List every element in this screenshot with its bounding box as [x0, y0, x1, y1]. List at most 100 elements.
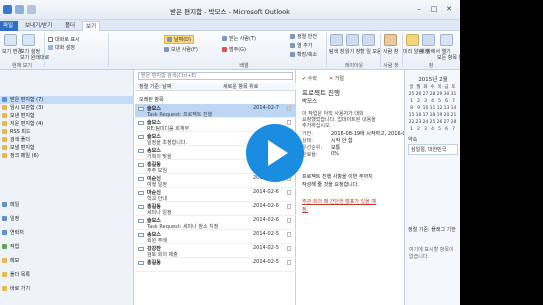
calendar-day[interactable]: 15: [408, 112, 415, 119]
maximize-icon[interactable]: □: [427, 4, 441, 15]
flag-icon[interactable]: [287, 232, 291, 237]
list-item[interactable]: 홍길동 2014-02-5: [135, 258, 296, 272]
sidebar-item-junk[interactable]: 정크 메일 (6): [0, 152, 134, 160]
accept-button[interactable]: ✔ 수락: [302, 75, 317, 82]
arrange-to-button[interactable]: 받는 사람(T): [222, 35, 256, 42]
list-item[interactable]: 슬모스 Task Request: 프로젝트 진행 2014-02-7: [135, 104, 296, 118]
list-item[interactable]: 홍길동 세미나 일정 2014-02-6: [135, 202, 296, 216]
calendar-day[interactable]: 22: [408, 119, 415, 126]
task-sort-label[interactable]: 정렬 기준: 플래그 기한: [405, 226, 461, 233]
flag-icon[interactable]: [287, 218, 291, 223]
tab-file[interactable]: 파일: [0, 21, 18, 31]
calendar-day[interactable]: 21: [450, 112, 457, 119]
calendar-day[interactable]: 9: [415, 105, 422, 112]
holiday-item[interactable]: 삼일절, 대한민국: [408, 144, 458, 155]
sidebar-item-deleted[interactable]: 지운 편지함 (4): [0, 120, 134, 128]
calendar-day[interactable]: 25: [408, 91, 415, 98]
flag-icon[interactable]: [287, 190, 291, 195]
calendar-day[interactable]: 6: [443, 98, 450, 105]
calendar-day[interactable]: 28: [429, 91, 436, 98]
todo-bar-icon[interactable]: [362, 34, 375, 46]
calendar-day[interactable]: 11: [429, 105, 436, 112]
flag-icon[interactable]: [287, 120, 291, 125]
search-input[interactable]: 받은 편지함 검색(Ctrl+E): [138, 72, 293, 80]
calendar-day[interactable]: 26: [436, 119, 443, 126]
sidebar-item-calendar[interactable]: 일정: [0, 215, 134, 223]
calendar-day[interactable]: 30: [443, 91, 450, 98]
conversation-settings[interactable]: 대화 설정: [48, 44, 75, 51]
calendar-day[interactable]: 10: [422, 105, 429, 112]
sort-by-label[interactable]: 정렬 기준: 날짜: [139, 83, 171, 91]
calendar-day[interactable]: 16: [415, 112, 422, 119]
list-item[interactable]: 송모스 회원 주례 2014-02-5: [135, 230, 296, 244]
calendar-day[interactable]: 28: [450, 119, 457, 126]
arrange-date-button[interactable]: 날짜(D): [164, 35, 194, 44]
calendar-day[interactable]: 1: [408, 98, 415, 105]
calendar-day[interactable]: 1: [408, 126, 415, 133]
sidebar-item-mail[interactable]: 메일: [0, 201, 134, 209]
calendar-day[interactable]: 7: [450, 98, 457, 105]
sidebar-item-tasks[interactable]: 작업: [0, 243, 134, 251]
calendar-day[interactable]: 26: [415, 91, 422, 98]
calendar-day[interactable]: 20: [443, 112, 450, 119]
calendar-day[interactable]: 29: [436, 91, 443, 98]
sidebar-item-sent[interactable]: 보낸 편지함: [0, 112, 134, 120]
list-item[interactable]: 마순신 학교 안내 2014-02-6: [135, 188, 296, 202]
close-icon[interactable]: ✕: [442, 4, 456, 15]
decline-button[interactable]: ✕ 거절: [329, 75, 344, 82]
calendar-day[interactable]: 3: [422, 126, 429, 133]
calendar-day[interactable]: 5: [436, 126, 443, 133]
conversation-toggle[interactable]: 대화로 표시: [48, 36, 80, 43]
calendar-day[interactable]: 18: [429, 112, 436, 119]
calendar-day[interactable]: 7: [450, 126, 457, 133]
close-all-icon[interactable]: [440, 34, 453, 46]
calendar-day[interactable]: 13: [443, 105, 450, 112]
sidebar-item-outbox[interactable]: 보낼 편지함: [0, 144, 134, 152]
sidebar-item-drafts[interactable]: 임시 보관함 (3): [0, 104, 134, 112]
calendar-day[interactable]: 27: [422, 91, 429, 98]
calendar-day[interactable]: 17: [422, 112, 429, 119]
sidebar-item-contacts[interactable]: 연락처: [0, 229, 134, 237]
people-pane-icon[interactable]: [384, 34, 397, 46]
calendar-day[interactable]: 25: [429, 119, 436, 126]
calendar-day[interactable]: 2: [415, 126, 422, 133]
sidebar-item-search-folder[interactable]: 검색 폴더: [0, 136, 134, 144]
sidebar-item-inbox[interactable]: 받은 편지함 (7): [0, 96, 134, 104]
calendar-day[interactable]: 24: [422, 119, 429, 126]
arrange-category-button[interactable]: 범주(G): [222, 46, 246, 53]
calendar-day[interactable]: 19: [436, 112, 443, 119]
flag-icon[interactable]: [287, 106, 291, 111]
list-item[interactable]: 강강찬 검토 회의 제출 2014-02-5: [135, 244, 296, 258]
view-settings-icon[interactable]: [22, 34, 35, 46]
new-window-icon[interactable]: [422, 34, 435, 46]
reverse-sort-button[interactable]: 정렬 반전: [290, 33, 317, 40]
list-item[interactable]: 슬모스 Task Request: 세미나 참소 지정 2014-02-6: [135, 216, 296, 230]
calendar-day[interactable]: 14: [450, 105, 457, 112]
reading-pane-icon[interactable]: [346, 34, 359, 46]
reminders-icon[interactable]: [406, 34, 419, 46]
add-column-button[interactable]: 열 추가: [290, 42, 312, 49]
expand-collapse-button[interactable]: 확장/축소: [290, 51, 317, 58]
calendar-day[interactable]: 12: [436, 105, 443, 112]
flag-icon[interactable]: [287, 260, 291, 265]
calendar-day[interactable]: 5: [436, 98, 443, 105]
group-header[interactable]: 오래된 항목: [139, 96, 164, 103]
tab-folder[interactable]: 폴더: [62, 21, 78, 31]
calendar-day[interactable]: 23: [415, 119, 422, 126]
tab-send-receive[interactable]: 보내기/받기: [22, 21, 55, 31]
sidebar-item-rss[interactable]: RSS 피드: [0, 128, 134, 136]
sort-order-label[interactable]: 새로운 항목 위로: [223, 83, 258, 91]
video-play-button[interactable]: [246, 124, 304, 182]
arrange-sender-button[interactable]: 보낸 사람(F): [164, 46, 198, 53]
view-change-icon[interactable]: [4, 34, 17, 46]
calendar-day[interactable]: 3: [422, 98, 429, 105]
mini-calendar[interactable]: 일 월 화 수 목 금 토 25 26 27 28 29 30 31 1 2 3…: [408, 84, 458, 133]
sidebar-item-notes[interactable]: 메모: [0, 257, 134, 265]
flag-icon[interactable]: [287, 246, 291, 251]
minimize-icon[interactable]: –: [412, 4, 426, 15]
calendar-day[interactable]: 31: [450, 91, 457, 98]
tab-view[interactable]: 보기: [82, 21, 101, 31]
sidebar-item-folder-list[interactable]: 폴더 목록: [0, 271, 134, 279]
calendar-day[interactable]: 4: [429, 126, 436, 133]
calendar-day[interactable]: 2: [415, 98, 422, 105]
